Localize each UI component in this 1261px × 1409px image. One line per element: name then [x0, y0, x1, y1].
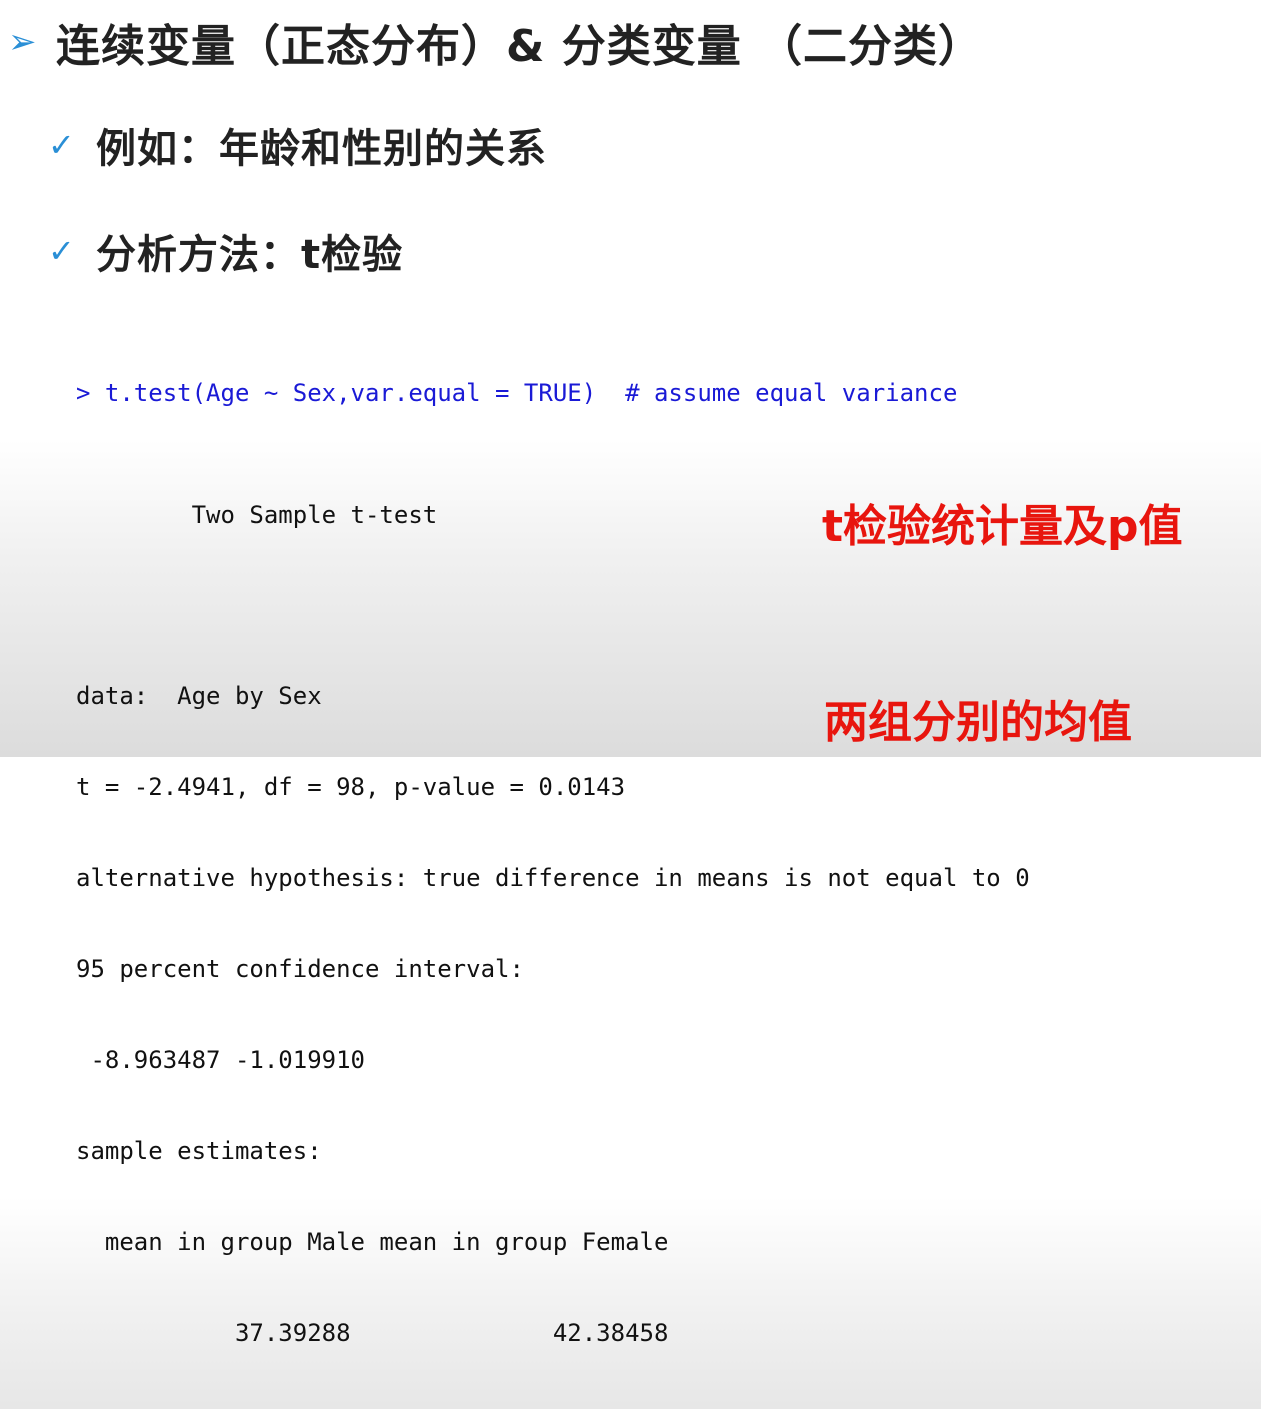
r-command-line: > t.test(Age ~ Sex,var.equal = TRUE) # a…	[76, 379, 958, 407]
output-line: sample estimates:	[76, 1136, 322, 1165]
output-line: 95 percent confidence interval:	[76, 955, 524, 984]
r-console-output: Two Sample t-test data: Age by Sex t = -…	[76, 439, 1030, 1409]
slide-heading: ➢ 连续变量（正态分布）& 分类变量 （二分类）	[8, 10, 983, 74]
bullet-text: 分析方法：t检验	[96, 232, 404, 278]
heading-text: 连续变量（正态分布）& 分类变量 （二分类）	[56, 21, 984, 72]
checkmark-icon: ✓	[48, 126, 75, 164]
bullet-example: ✓ 例如：年龄和性别的关系	[48, 116, 547, 174]
annotation-stat-pvalue: t检验统计量及p值	[822, 501, 1183, 552]
arrow-bullet-icon: ➢	[8, 22, 37, 62]
output-line: mean in group Male mean in group Female	[76, 1227, 669, 1256]
output-line: alternative hypothesis: true difference …	[76, 864, 1030, 893]
output-line: t = -2.4941, df = 98, p-value = 0.0143	[76, 773, 626, 802]
output-line: -8.963487 -1.019910	[76, 1045, 365, 1074]
slide: ➢ 连续变量（正态分布）& 分类变量 （二分类） ✓ 例如：年龄和性别的关系 ✓…	[0, 0, 1261, 1347]
bullet-method: ✓ 分析方法：t检验	[48, 222, 403, 280]
bullet-text: 例如：年龄和性别的关系	[96, 126, 547, 172]
checkmark-icon: ✓	[48, 232, 75, 270]
output-line: 37.39288 42.38458	[76, 1318, 669, 1347]
annotation-group-means: 两组分别的均值	[824, 697, 1132, 748]
